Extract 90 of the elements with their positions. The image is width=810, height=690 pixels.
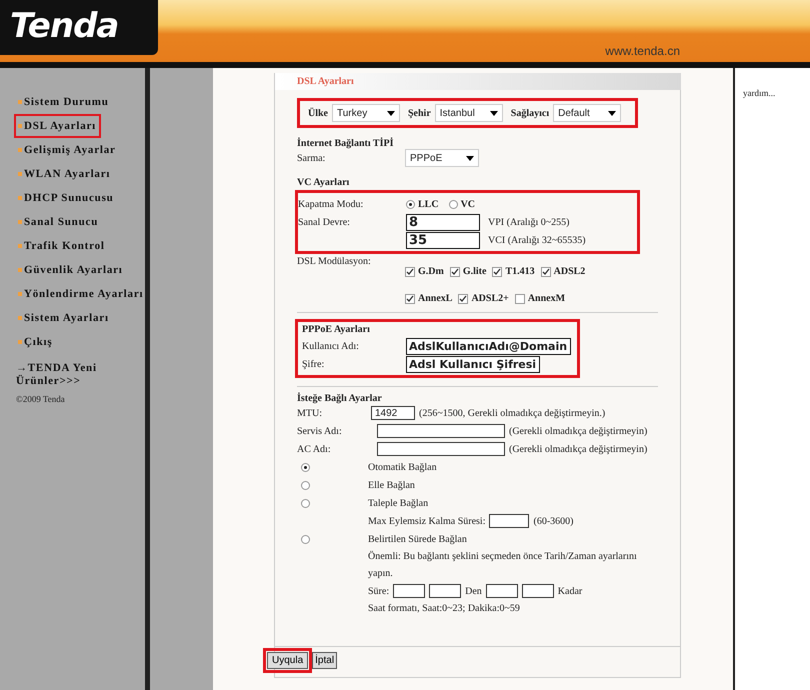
field-label: Şifre: (302, 358, 326, 370)
input-field[interactable] (429, 584, 462, 598)
nav-link[interactable]: DHCP Sunucusu (14, 186, 119, 210)
dropdown[interactable]: PPPoE (405, 149, 479, 167)
nav-link[interactable]: Yönlendirme Ayarları (14, 282, 148, 306)
caret-icon (466, 156, 474, 160)
caret-icon (608, 110, 616, 116)
copyright: ©2009 Tenda (16, 394, 66, 404)
nav-link[interactable]: Çıkış (14, 330, 58, 354)
field-label: AC Adı: (297, 444, 332, 454)
dropdown[interactable]: Default (553, 104, 622, 122)
input-field[interactable]: 8 (406, 214, 480, 230)
checkbox-option[interactable]: G.lite (450, 266, 486, 277)
help-link[interactable]: yardım... (743, 88, 776, 98)
format-hint: Saat formatı, Saat:0~23; Dakika:0~59 (368, 602, 521, 616)
section-heading: İsteğe Bağlı Ayarlar (297, 393, 383, 404)
field-label: Ülke (308, 108, 328, 118)
input-field[interactable] (377, 424, 505, 438)
nav-link[interactable]: WLAN Ayarları (14, 162, 116, 186)
field-hint: VCI (Aralığı 32~65535) (488, 234, 586, 246)
nav-link[interactable]: Sanal Sunucu (14, 210, 104, 234)
nav-link[interactable]: Trafik Kontrol (14, 234, 110, 258)
checkbox-option[interactable]: AnnexM (514, 293, 566, 304)
nav-link[interactable]: Gelişmiş Ayarlar (14, 138, 121, 162)
caret-icon (387, 110, 395, 116)
nav-link[interactable]: Sistem Ayarları (14, 306, 114, 330)
field-label: Süre: (368, 586, 390, 596)
field-hint: (Gerekli olmadıkça değiştirmeyin) (509, 444, 648, 454)
input-field[interactable]: 35 (406, 232, 480, 248)
check-icon (493, 268, 502, 276)
input-field[interactable]: 1492 (371, 406, 415, 420)
check-icon (459, 294, 468, 302)
check-icon (450, 268, 459, 276)
input-field[interactable] (522, 584, 554, 598)
input-field[interactable] (489, 514, 530, 528)
radio-option[interactable]: LLC (406, 198, 439, 210)
input-field[interactable]: Adsl Kullanıcı Şifresi (406, 356, 540, 372)
check-icon (542, 268, 550, 276)
input-field[interactable]: AdslKullanıcıAdı@Domain (406, 338, 572, 354)
check-icon (406, 268, 414, 276)
field-label: Sanal Devre: (298, 216, 351, 228)
dropdown[interactable]: Istanbul (434, 104, 503, 122)
caret-icon (490, 110, 498, 116)
checkbox-option[interactable]: ADSL2+ (458, 293, 509, 304)
option-label: Elle Bağlan (368, 480, 415, 490)
field-label: Sarma: (297, 152, 326, 164)
note-text: Önemli: Bu bağlantı şeklini seçmeden önce Tarih/Zaman ayarlarını yapın. (368, 550, 638, 581)
checkbox-option[interactable]: ADSL2 (540, 266, 586, 277)
checkbox-option[interactable]: G.Dm (405, 266, 444, 277)
checkbox-option[interactable]: AnnexL (405, 293, 452, 304)
site-url: www.tenda.cn (605, 44, 680, 58)
field-label: Kullanıcı Adı: (302, 340, 360, 352)
panel-title: DSL Ayarları (275, 73, 681, 90)
apply-button[interactable]: Uyqula (267, 652, 308, 669)
checkbox-option[interactable]: T1.413 (492, 266, 535, 277)
option-label: Taleple Bağlan (368, 498, 428, 508)
cancel-button[interactable]: İptal (312, 652, 338, 669)
nav-link[interactable]: Sistem Durumu (14, 90, 114, 114)
field-label: Servis Adı: (297, 426, 343, 436)
field-label: DSL Modülasyon: (297, 256, 372, 267)
input-field[interactable] (393, 584, 426, 598)
field-label: Kapatma Modu: (298, 198, 364, 210)
nav-link[interactable]: Güvenlik Ayarları (14, 258, 128, 282)
field-label: Şehir (408, 108, 431, 118)
promo-link[interactable]: →TENDA Yeni Ürünler>>> (16, 362, 126, 388)
section-heading: İnternet Bağlantı TİPİ (297, 138, 394, 149)
field-label: MTU: (297, 408, 323, 418)
field-hint: (256~1500, Gerekli olmadıkça değiştirmeyin.) (419, 408, 606, 418)
logo: Tenda (0, 0, 158, 55)
input-field[interactable] (377, 442, 505, 456)
radio-option[interactable]: VC (448, 198, 476, 210)
nav-link[interactable]: DSL Ayarları (14, 114, 102, 138)
field-hint: (Gerekli olmadıkça değiştirmeyin) (509, 426, 648, 436)
check-icon (406, 294, 414, 302)
field-hint: VPI (Aralığı 0~255) (488, 216, 570, 228)
radio-button[interactable] (301, 534, 310, 544)
field-label: Kadar (558, 586, 582, 596)
section-heading: VC Ayarları (297, 177, 350, 188)
dropdown[interactable]: Turkey (332, 104, 400, 122)
field-label: Sağlayıcı (510, 108, 550, 118)
input-field[interactable] (486, 584, 518, 598)
radio-button[interactable] (301, 498, 310, 508)
option-label: Otomatik Bağlan (368, 462, 437, 472)
field-label: Max Eylemsiz Kalma Süresi: (368, 516, 486, 526)
radio-button[interactable] (301, 480, 310, 490)
field-label: Den (465, 586, 482, 596)
radio-button[interactable] (301, 462, 310, 472)
section-heading: PPPoE Ayarları (302, 324, 371, 335)
field-hint: (60-3600) (533, 516, 574, 526)
option-label: Belirtilen Sürede Bağlan (368, 534, 467, 544)
